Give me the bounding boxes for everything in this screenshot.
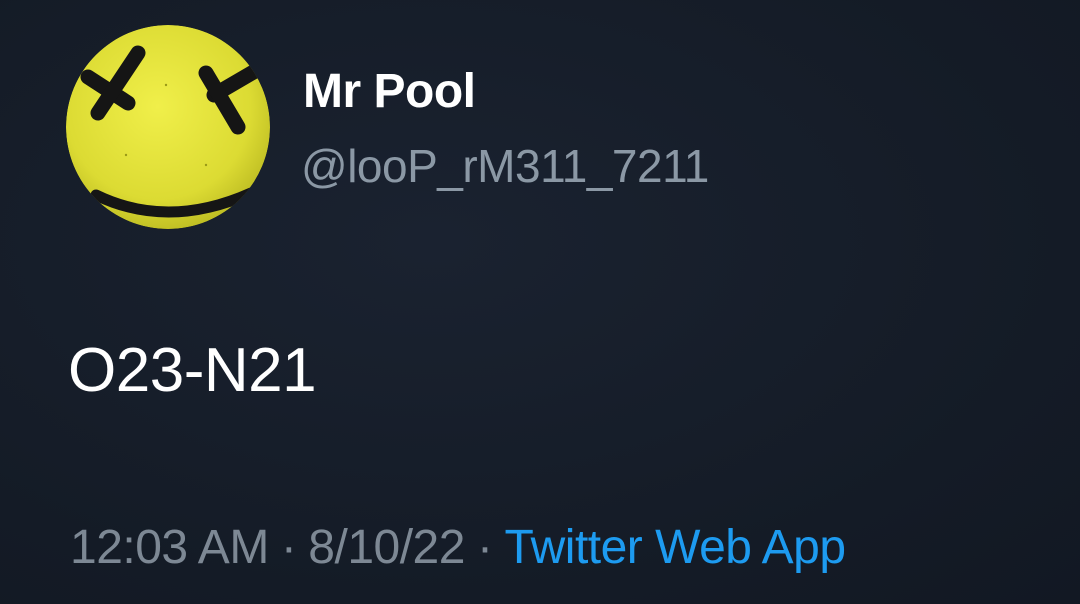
tweet-source-link[interactable]: Twitter Web App bbox=[504, 521, 846, 574]
tweet-time[interactable]: 12:03 AM bbox=[70, 521, 269, 574]
yellow-smiley-avatar-icon bbox=[66, 25, 270, 229]
meta-separator: · bbox=[280, 521, 297, 574]
meta-separator: · bbox=[476, 521, 493, 574]
avatar[interactable] bbox=[66, 25, 270, 229]
tweet-text: O23-N21 bbox=[68, 336, 317, 405]
author-display-name[interactable]: Mr Pool bbox=[303, 64, 476, 120]
tweet-card: Mr Pool @looP_rM311_7211 O23-N21 12:03 A… bbox=[0, 0, 1080, 604]
author-handle[interactable]: @looP_rM311_7211 bbox=[301, 138, 709, 194]
tweet-date[interactable]: 8/10/22 bbox=[308, 521, 465, 574]
tweet-meta: 12:03 AM · 8/10/22 · Twitter Web App bbox=[70, 518, 846, 578]
